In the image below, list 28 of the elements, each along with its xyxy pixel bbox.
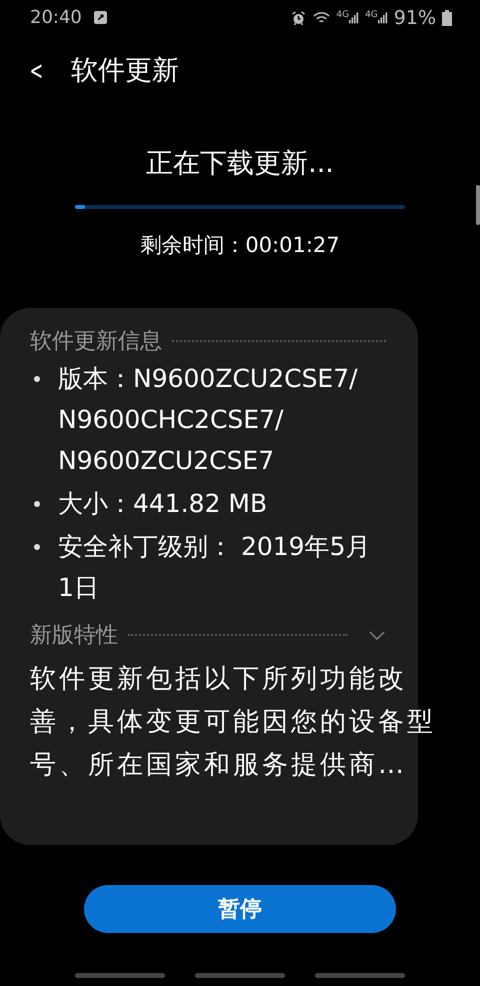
status-time: 20:40	[30, 7, 82, 28]
chevron-icon[interactable]	[368, 630, 386, 640]
nav-handle[interactable]	[315, 973, 405, 978]
bullet-icon	[34, 544, 40, 550]
battery-percent: 91%	[394, 6, 436, 28]
section-heading: 软件更新信息	[30, 328, 162, 356]
scrollbar	[476, 185, 480, 225]
description-text: 软件更新包括以下所列功能改善，具体变更可能因您的设备型号、所在国家和服务提供商…	[30, 663, 437, 782]
info-text: 版本：N9600ZCU2CSE7/N9600CHC2CSE7/N9600ZCU2CSE7	[58, 363, 359, 477]
alarm-icon	[290, 10, 308, 26]
nav-handle[interactable]	[195, 973, 285, 978]
info-text: 安全补丁级别： 2019年5月1日	[58, 531, 372, 604]
back-button[interactable]: <	[26, 54, 47, 86]
pause-button[interactable]: 暂停	[84, 885, 396, 933]
download-status: 正在下载更新...	[146, 147, 334, 181]
bullet-icon	[34, 501, 40, 507]
remaining-time: 剩余时间：00:01:27	[140, 232, 340, 259]
info-text: 大小：441.82 MB	[58, 488, 268, 520]
page-title: 软件更新	[70, 54, 179, 88]
nav-handle[interactable]	[75, 973, 165, 978]
network-label: 4G	[336, 11, 350, 20]
signal-icon	[349, 11, 360, 24]
bullet-icon	[34, 376, 40, 382]
notification-icon	[94, 11, 107, 24]
network-label: 4G	[365, 11, 378, 20]
section-heading: 新版特性	[30, 622, 118, 650]
battery-icon	[442, 10, 452, 26]
signal-icon	[378, 11, 388, 24]
